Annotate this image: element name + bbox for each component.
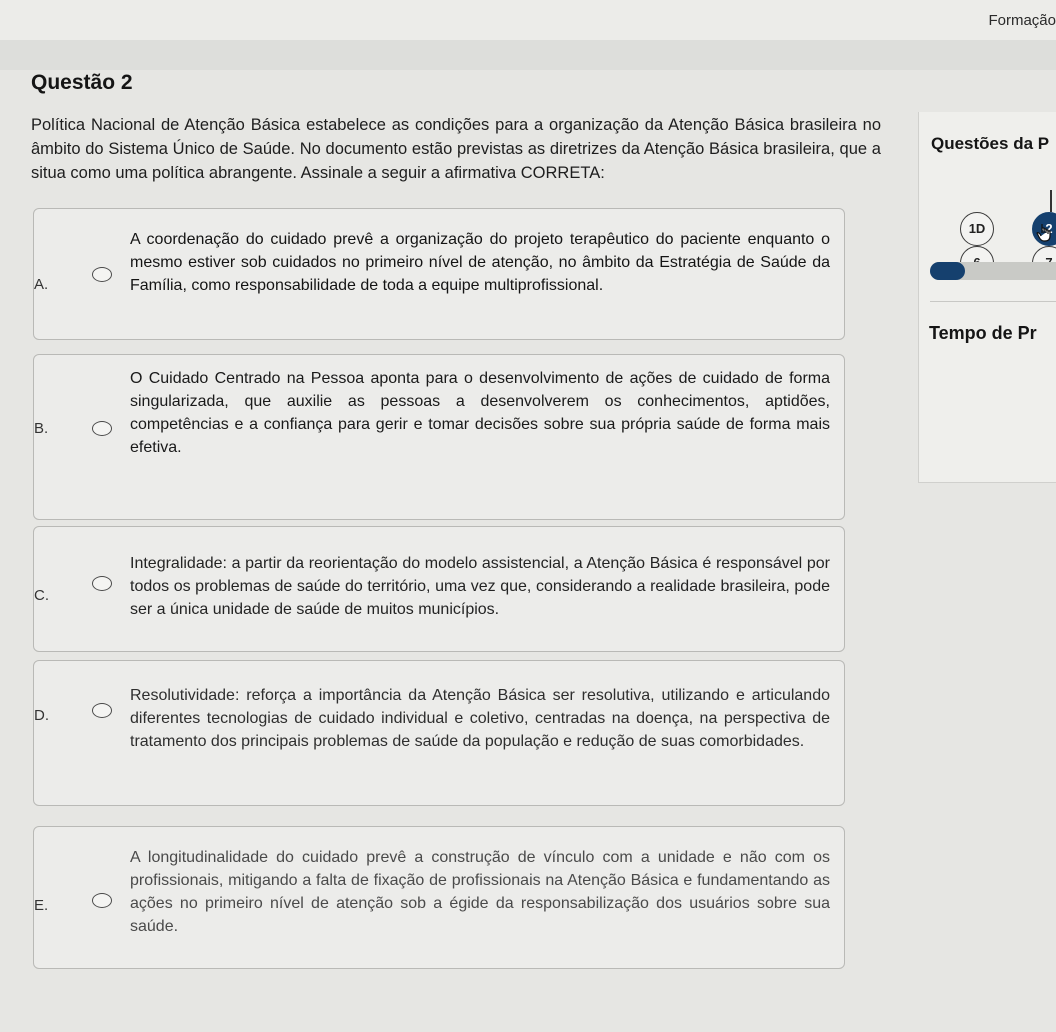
- radio-button[interactable]: [92, 421, 112, 436]
- scroll-edge: [1050, 190, 1052, 212]
- option-text: A coordenação do cuidado prevê a organiz…: [130, 231, 830, 294]
- option-text: A longitudinalidade do cuidado prevê a c…: [130, 849, 830, 935]
- option-letter: B.: [34, 420, 49, 437]
- questions-sidebar: Questões da P: [918, 112, 1056, 483]
- option-b[interactable]: B. O Cuidado Centrado na Pessoa aponta p…: [33, 354, 845, 520]
- option-text: Integralidade: a partir da reorientação …: [130, 555, 830, 618]
- option-e[interactable]: E. A longitudinalidade do cuidado prevê …: [33, 826, 845, 969]
- option-letter: C.: [34, 587, 49, 604]
- option-a[interactable]: A. A coordenação do cuidado prevê a orga…: [33, 208, 845, 340]
- sidebar-divider: [930, 301, 1056, 302]
- course-label: Formação: [988, 12, 1056, 29]
- sidebar-title: Questões da P: [931, 134, 1050, 153]
- radio-button[interactable]: [92, 267, 112, 282]
- option-letter: E.: [34, 897, 49, 914]
- option-text: O Cuidado Centrado na Pessoa aponta para…: [130, 370, 830, 456]
- option-c[interactable]: C. Integralidade: a partir da reorientaç…: [33, 526, 845, 652]
- question-title: Questão 2: [31, 71, 133, 94]
- option-letter: A.: [34, 276, 49, 293]
- progress-fill: [930, 262, 965, 280]
- radio-button[interactable]: [92, 703, 112, 718]
- option-d[interactable]: D. Resolutividade: reforça a importância…: [33, 660, 845, 806]
- header-band: [0, 40, 1056, 70]
- option-text: Resolutividade: reforça a importância da…: [130, 687, 830, 750]
- question-nav-1[interactable]: 1D: [960, 212, 994, 246]
- time-label: Tempo de Pr: [929, 323, 1037, 343]
- question-text: Política Nacional de Atenção Básica esta…: [31, 116, 881, 182]
- option-letter: D.: [34, 707, 49, 724]
- top-bar: Formação: [0, 0, 1056, 41]
- hand-cursor-icon: [1036, 224, 1051, 242]
- progress-bar: [930, 262, 1056, 280]
- radio-button[interactable]: [92, 893, 112, 908]
- radio-button[interactable]: [92, 576, 112, 591]
